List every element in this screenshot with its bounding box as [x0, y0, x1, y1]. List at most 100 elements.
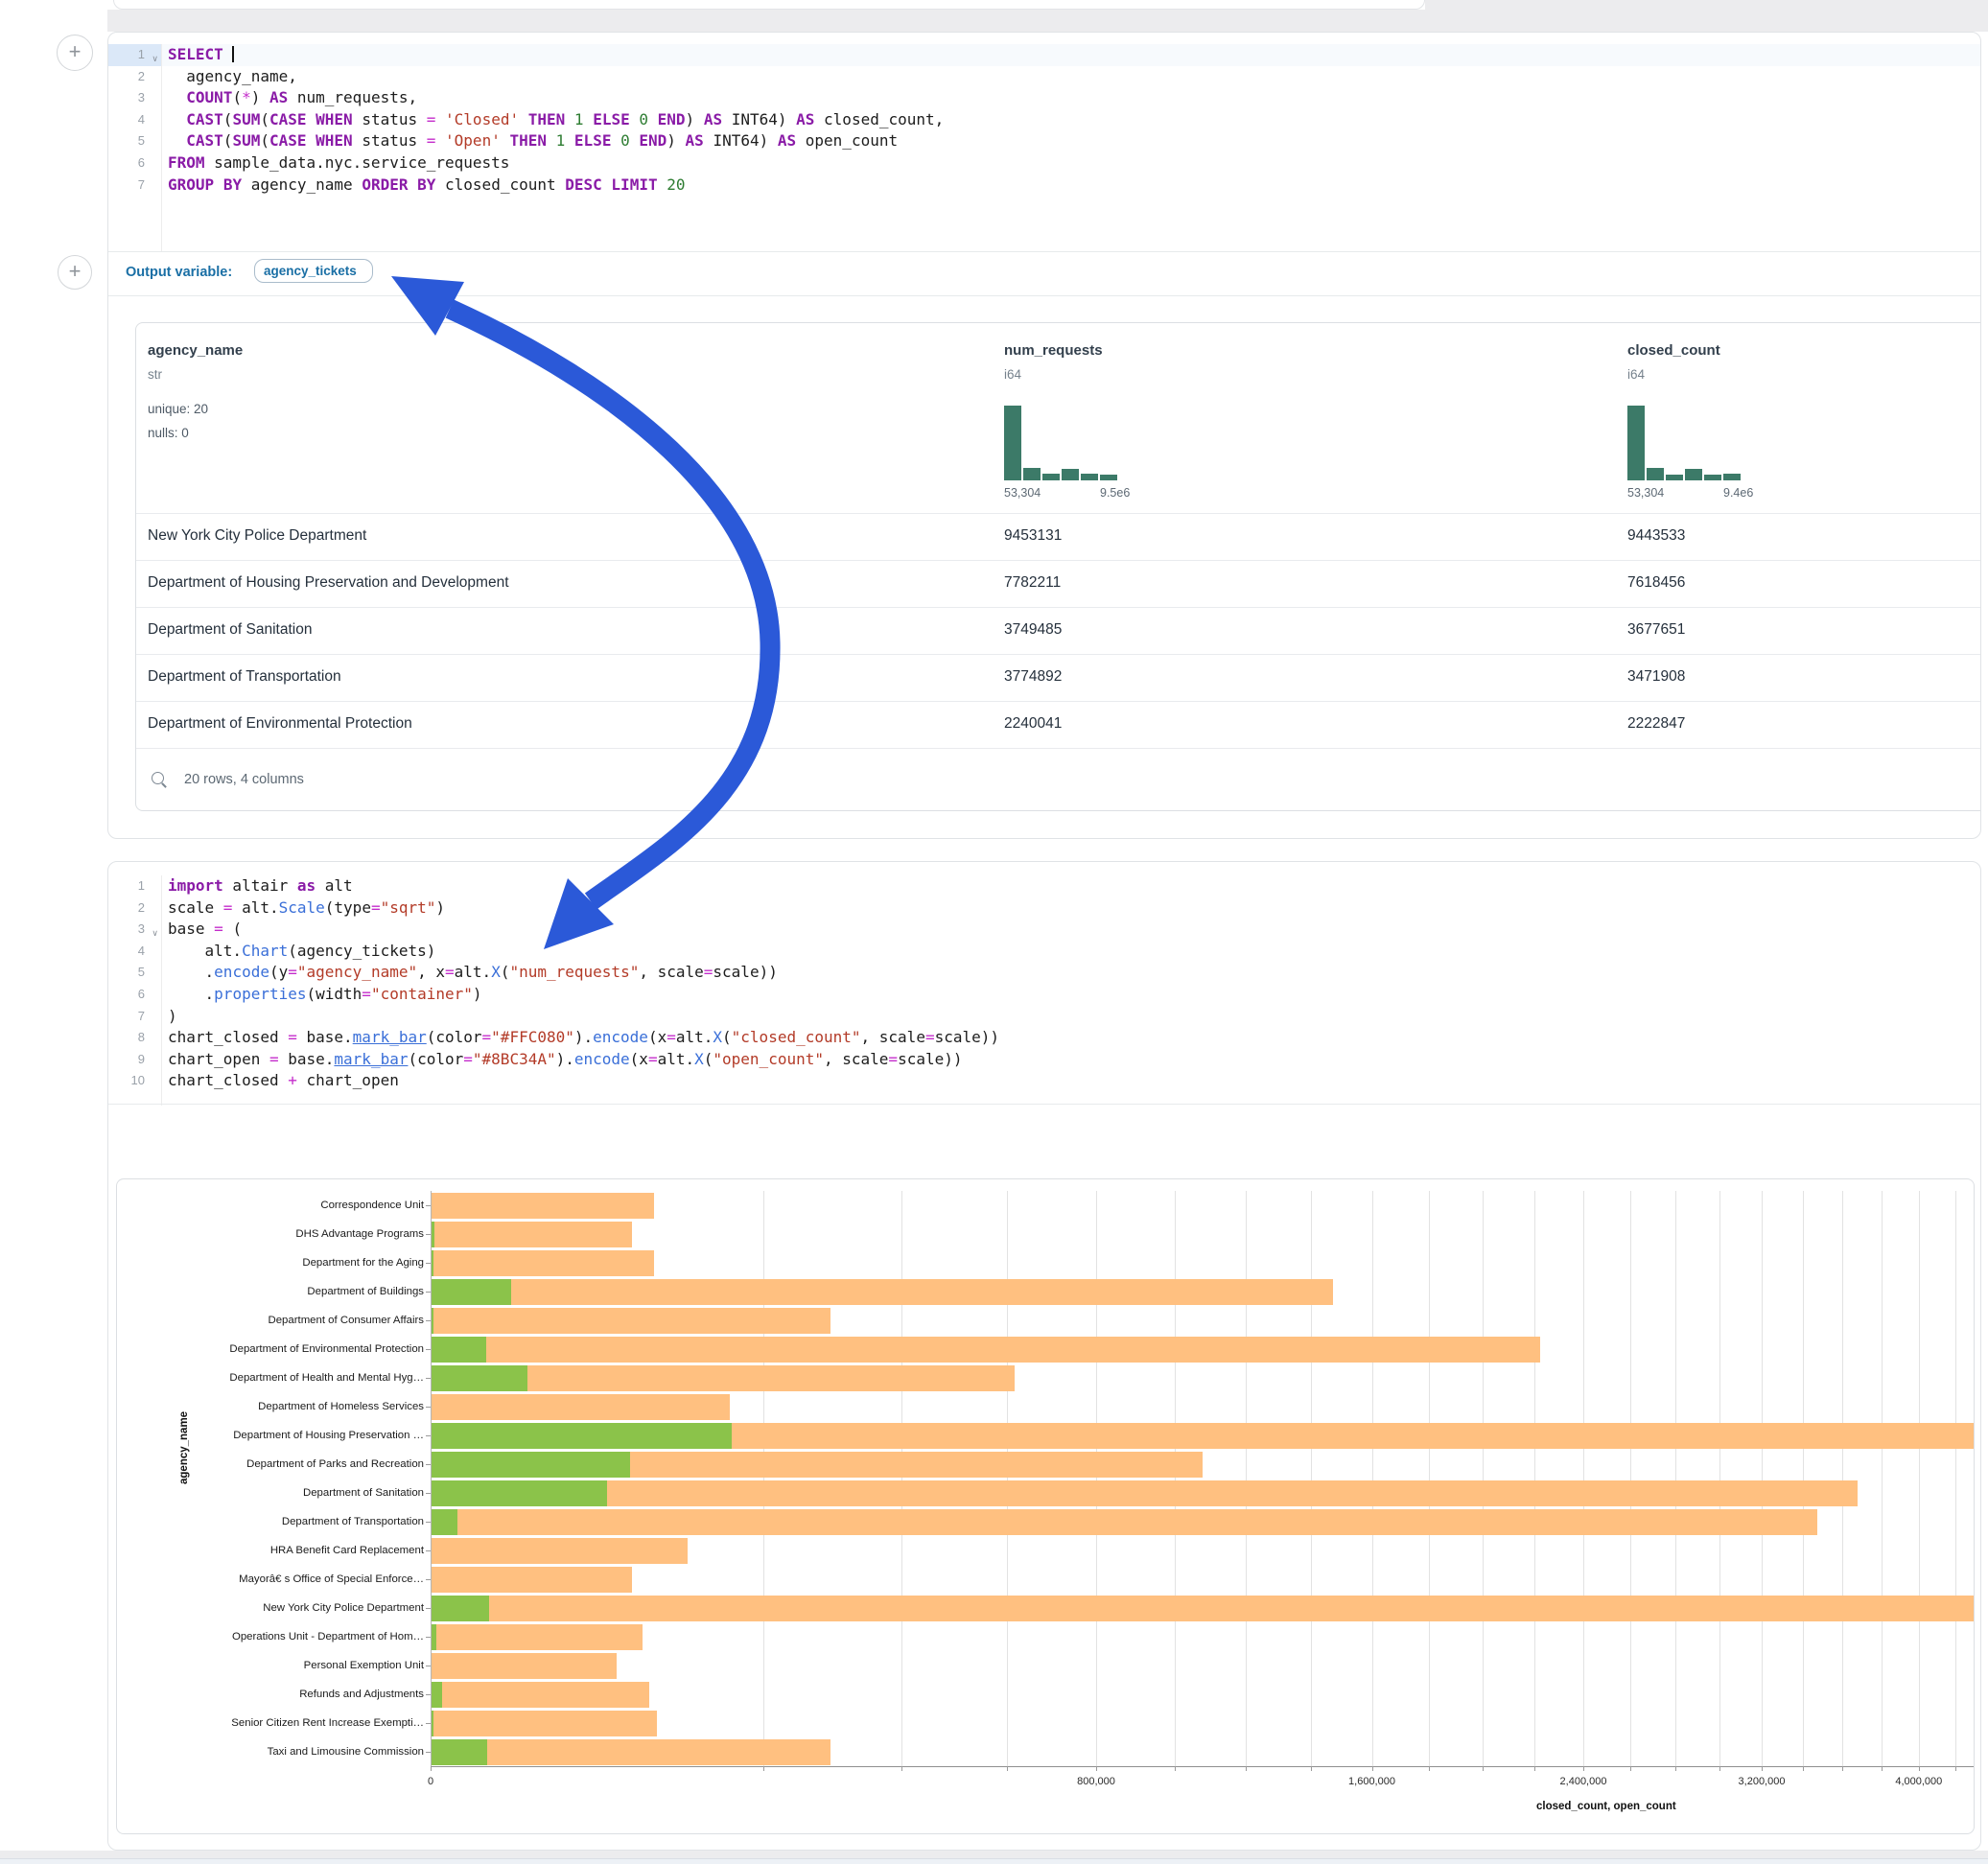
- gridline: [1675, 1191, 1676, 1766]
- y-axis-label: Department of Health and Mental Hyg…: [155, 1372, 424, 1384]
- code-token: CAST: [186, 131, 223, 150]
- x-tick-mark: [431, 1766, 432, 1771]
- column-header: closed_count: [1627, 342, 1720, 359]
- histogram-bar: [1023, 468, 1041, 480]
- code-token: [168, 110, 186, 128]
- code-line-text: import altair as alt: [168, 875, 353, 897]
- code-token: (x: [648, 1028, 667, 1046]
- code-token: =: [445, 963, 455, 981]
- code-token: ): [168, 1007, 177, 1025]
- code-token: [611, 131, 620, 150]
- sql-code-editor[interactable]: 1∨SELECT 2 agency_name,3 COUNT(*) AS num…: [108, 44, 1980, 251]
- code-token: ): [686, 110, 704, 128]
- code-token: 20: [667, 175, 685, 194]
- code-token: scale)): [935, 1028, 999, 1046]
- code-line-text: alt.Chart(agency_tickets): [168, 941, 435, 963]
- code-token: [602, 175, 612, 194]
- y-axis-label: Department of Consumer Affairs: [155, 1315, 424, 1326]
- code-token: Scale: [279, 898, 325, 917]
- code-token: =: [288, 963, 297, 981]
- code-token: "#FFC080": [491, 1028, 574, 1046]
- row-separator: [136, 701, 1981, 702]
- code-token: as: [297, 876, 316, 895]
- x-tick-mark: [1483, 1766, 1484, 1771]
- code-token: INT64): [704, 131, 778, 150]
- code-token: =: [371, 898, 381, 917]
- code-token: alt: [316, 876, 353, 895]
- next-cell-top-edge: [0, 1858, 1988, 1864]
- closed-count-bar: [431, 1250, 654, 1276]
- x-tick-mark: [1534, 1766, 1535, 1771]
- code-token: LIMIT: [611, 175, 657, 194]
- code-token: "agency_name": [297, 963, 417, 981]
- code-line: 6 .properties(width="container"): [108, 984, 1980, 1006]
- closed-count-bar: [431, 1682, 649, 1708]
- x-tick-mark: [1175, 1766, 1176, 1771]
- code-token: sample_data.nyc.service_requests: [205, 153, 510, 172]
- open-count-bar: [431, 1423, 732, 1449]
- code-token: agency_name,: [168, 67, 297, 85]
- code-token: [547, 131, 556, 150]
- histogram-bar: [1647, 468, 1664, 480]
- code-token: SELECT: [168, 45, 223, 63]
- code-token: (x: [630, 1050, 648, 1068]
- x-axis-title: closed_count, open_count: [1536, 1801, 1676, 1812]
- closed-count-bar: [431, 1596, 1975, 1621]
- closed-count-bar: [431, 1567, 632, 1593]
- page-gap-top: [107, 10, 1988, 32]
- line-number: 5: [108, 962, 161, 984]
- text-cursor: [232, 46, 234, 62]
- y-axis-label: Department of Parks and Recreation: [155, 1458, 424, 1470]
- x-tick-mark: [1919, 1766, 1920, 1771]
- code-token: scale)): [898, 1050, 962, 1068]
- code-token: =: [223, 898, 233, 917]
- gridline: [901, 1191, 902, 1766]
- open-count-bar: [431, 1509, 457, 1535]
- add-cell-button[interactable]: +: [58, 255, 92, 290]
- code-token: encode: [593, 1028, 648, 1046]
- code-token: [565, 131, 574, 150]
- code-token: 0: [620, 131, 630, 150]
- code-line: 1∨ SELECT: [108, 44, 1980, 66]
- code-token: CASE: [269, 131, 307, 150]
- line-number: 6: [108, 984, 161, 1006]
- code-token: [630, 131, 640, 150]
- code-token: encode: [214, 963, 269, 981]
- code-token: ).: [556, 1050, 574, 1068]
- code-token: chart_open: [297, 1071, 399, 1089]
- value-cell: 3774892: [1004, 668, 1062, 686]
- code-token: altair: [223, 876, 297, 895]
- value-cell: 9443533: [1627, 527, 1685, 545]
- code-line: 6FROM sample_data.nyc.service_requests: [108, 152, 1980, 175]
- line-number: 1∨: [108, 44, 161, 66]
- code-line: 10chart_closed + chart_open: [108, 1070, 1980, 1092]
- output-variable-pill[interactable]: agency_tickets: [254, 259, 373, 283]
- code-token: =: [269, 1050, 279, 1068]
- open-count-bar: [431, 1739, 487, 1765]
- histogram-min-label: 53,304: [1004, 486, 1041, 500]
- code-token: (: [704, 1050, 713, 1068]
- code-line-text: base = (: [168, 919, 242, 941]
- code-token: (: [223, 920, 242, 938]
- code-line-text: CAST(SUM(CASE WHEN status = 'Closed' THE…: [168, 109, 944, 131]
- value-cell: 3677651: [1627, 621, 1685, 639]
- code-token: , scale: [861, 1028, 925, 1046]
- add-cell-button[interactable]: +: [57, 35, 93, 71]
- open-count-bar: [431, 1682, 442, 1708]
- code-token: (: [260, 131, 269, 150]
- python-code-editor[interactable]: 1import altair as alt2scale = alt.Scale(…: [108, 875, 1980, 1106]
- y-axis-label: Personal Exemption Unit: [155, 1660, 424, 1671]
- agency-name-cell: Department of Housing Preservation and D…: [148, 574, 509, 592]
- x-tick-mark: [1675, 1766, 1676, 1771]
- code-token: =: [427, 131, 436, 150]
- closed-count-bar: [431, 1624, 643, 1650]
- x-tick-mark: [1882, 1766, 1883, 1771]
- code-token: , scale: [824, 1050, 888, 1068]
- x-tick-mark: [901, 1766, 902, 1771]
- code-token: [307, 110, 316, 128]
- code-line-text: chart_closed = base.mark_bar(color="#FFC…: [168, 1027, 999, 1049]
- code-token: COUNT: [186, 88, 232, 106]
- code-token: AS: [704, 110, 722, 128]
- column-type: i64: [1004, 367, 1021, 382]
- code-token: base.: [297, 1028, 353, 1046]
